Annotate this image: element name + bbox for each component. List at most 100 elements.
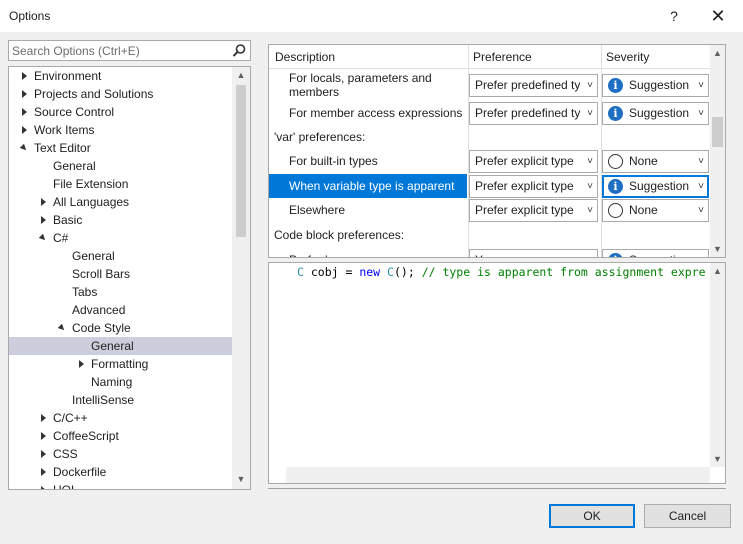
scroll-down-icon[interactable]: ▼ — [710, 451, 725, 467]
grid-row[interactable]: Prefer braces Yes ˅ i Suggestion ˅ — [269, 248, 710, 257]
tree-item[interactable]: CoffeeScript — [9, 427, 232, 445]
tree-item[interactable]: File Extension — [9, 175, 232, 193]
grid-row[interactable]: Elsewhere Prefer explicit type ˅ None ˅ — [269, 198, 710, 223]
chevron-down-icon[interactable]: ˅ — [584, 103, 593, 124]
expanded-arrow-icon[interactable] — [38, 229, 49, 247]
code-token: C — [297, 265, 304, 279]
column-header-description[interactable]: Description — [275, 50, 335, 64]
grid-row[interactable]: For member access expressions Prefer pred… — [269, 101, 710, 125]
preference-value: Prefer predefined ty — [475, 78, 581, 92]
chevron-down-icon[interactable]: ˅ — [584, 200, 593, 221]
tree-item[interactable]: Naming — [9, 373, 232, 391]
tree-item[interactable]: C/C++ — [9, 409, 232, 427]
code-token: (); — [393, 265, 422, 279]
tree-item[interactable]: General — [9, 157, 232, 175]
search-icon[interactable] — [231, 43, 247, 59]
tree-item[interactable]: Scroll Bars — [9, 265, 232, 283]
scroll-up-icon[interactable]: ▲ — [710, 263, 725, 279]
tree-item[interactable]: Source Control — [9, 103, 232, 121]
preview-horizontal-scrollbar[interactable] — [286, 467, 710, 483]
column-header-severity[interactable]: Severity — [606, 50, 649, 64]
collapsed-arrow-icon[interactable] — [39, 427, 49, 445]
severity-dropdown[interactable]: None ˅ — [602, 199, 709, 222]
collapsed-arrow-icon[interactable] — [77, 355, 87, 373]
tree-item[interactable]: All Languages — [9, 193, 232, 211]
close-icon[interactable]: ✕ — [706, 5, 730, 27]
tree-item[interactable]: Text Editor — [9, 139, 232, 157]
ok-button[interactable]: OK — [549, 504, 635, 528]
collapsed-arrow-icon[interactable] — [20, 67, 30, 85]
chevron-down-icon[interactable]: ˅ — [698, 103, 704, 124]
preference-dropdown[interactable]: Prefer explicit type ˅ — [469, 175, 598, 198]
tree-item[interactable]: Basic — [9, 211, 232, 229]
chevron-down-icon[interactable]: ˅ — [698, 176, 704, 197]
tree-item-label: All Languages — [53, 195, 130, 209]
chevron-down-icon[interactable]: ˅ — [698, 200, 704, 221]
preference-dropdown[interactable]: Prefer predefined ty ˅ — [469, 74, 598, 97]
tree-item-label: Tabs — [72, 285, 98, 299]
tree-item[interactable]: IntelliSense — [9, 391, 232, 409]
tree-item[interactable]: General — [9, 247, 232, 265]
grid-row[interactable]: For locals, parameters and members Prefer… — [269, 69, 710, 101]
collapsed-arrow-icon[interactable] — [39, 193, 49, 211]
preview-scrollbar[interactable]: ▲ ▼ — [710, 263, 725, 467]
preference-dropdown[interactable]: Prefer explicit type ˅ — [469, 199, 598, 222]
grid-scroll-thumb[interactable] — [712, 117, 723, 147]
severity-dropdown[interactable]: None ˅ — [602, 150, 709, 173]
tree-item[interactable]: Dockerfile — [9, 463, 232, 481]
collapsed-arrow-icon[interactable] — [20, 103, 30, 121]
search-box[interactable] — [8, 40, 251, 61]
severity-dropdown[interactable]: i Suggestion ˅ — [602, 102, 709, 125]
chevron-down-icon[interactable]: ˅ — [698, 151, 704, 172]
preference-dropdown[interactable]: Prefer predefined ty ˅ — [469, 102, 598, 125]
collapsed-arrow-icon[interactable] — [20, 85, 30, 103]
tree-item[interactable]: Projects and Solutions — [9, 85, 232, 103]
expanded-arrow-icon[interactable] — [57, 319, 68, 337]
grid-row[interactable]: When variable type is apparent Prefer exp… — [269, 174, 710, 198]
scroll-up-icon[interactable]: ▲ — [232, 67, 250, 83]
grid-scrollbar[interactable]: ▲ ▼ — [710, 45, 725, 257]
tree-item[interactable]: CSS — [9, 445, 232, 463]
expanded-arrow-icon[interactable] — [19, 139, 30, 157]
tree-item[interactable]: C# — [9, 229, 232, 247]
scroll-down-icon[interactable]: ▼ — [232, 471, 250, 487]
column-header-preference[interactable]: Preference — [473, 50, 532, 64]
search-input[interactable] — [12, 43, 226, 58]
tree-item[interactable]: General — [9, 337, 232, 355]
chevron-down-icon[interactable]: ˅ — [584, 176, 593, 197]
tree-item[interactable]: Environment — [9, 67, 232, 85]
tree-item[interactable]: HOL — [9, 481, 232, 489]
tree-scrollbar[interactable]: ▲ ▼ — [232, 67, 250, 489]
chevron-down-icon[interactable]: ˅ — [584, 250, 593, 257]
preference-value: Prefer predefined ty — [475, 106, 581, 120]
chevron-down-icon[interactable]: ˅ — [698, 75, 704, 96]
preference-dropdown[interactable]: Prefer explicit type ˅ — [469, 150, 598, 173]
collapsed-arrow-icon[interactable] — [39, 463, 49, 481]
tree-scroll-thumb[interactable] — [236, 85, 246, 237]
chevron-down-icon[interactable]: ˅ — [584, 151, 593, 172]
tree-item-label: Scroll Bars — [72, 267, 131, 281]
tree-item[interactable]: Formatting — [9, 355, 232, 373]
help-icon[interactable]: ? — [663, 5, 685, 27]
tree-item[interactable]: Advanced — [9, 301, 232, 319]
collapsed-arrow-icon[interactable] — [39, 481, 49, 489]
chevron-down-icon[interactable]: ˅ — [584, 75, 593, 96]
title-bar: Options ? ✕ — [0, 0, 743, 32]
chevron-down-icon[interactable]: ˅ — [698, 250, 704, 257]
tree-item[interactable]: Work Items — [9, 121, 232, 139]
severity-dropdown[interactable]: i Suggestion ˅ — [602, 175, 709, 198]
severity-value: Suggestion — [629, 179, 690, 193]
grid-row[interactable]: For built-in types Prefer explicit type ˅ N… — [269, 149, 710, 174]
cancel-button[interactable]: Cancel — [644, 504, 731, 528]
collapsed-arrow-icon[interactable] — [39, 409, 49, 427]
scroll-down-icon[interactable]: ▼ — [710, 241, 725, 257]
tree-item[interactable]: Code Style — [9, 319, 232, 337]
severity-dropdown[interactable]: i Suggestion ˅ — [602, 74, 709, 97]
scroll-up-icon[interactable]: ▲ — [710, 45, 725, 61]
tree-item[interactable]: Tabs — [9, 283, 232, 301]
collapsed-arrow-icon[interactable] — [39, 445, 49, 463]
collapsed-arrow-icon[interactable] — [39, 211, 49, 229]
preference-dropdown[interactable]: Yes ˅ — [469, 249, 598, 257]
collapsed-arrow-icon[interactable] — [20, 121, 30, 139]
severity-dropdown[interactable]: i Suggestion ˅ — [602, 249, 709, 257]
